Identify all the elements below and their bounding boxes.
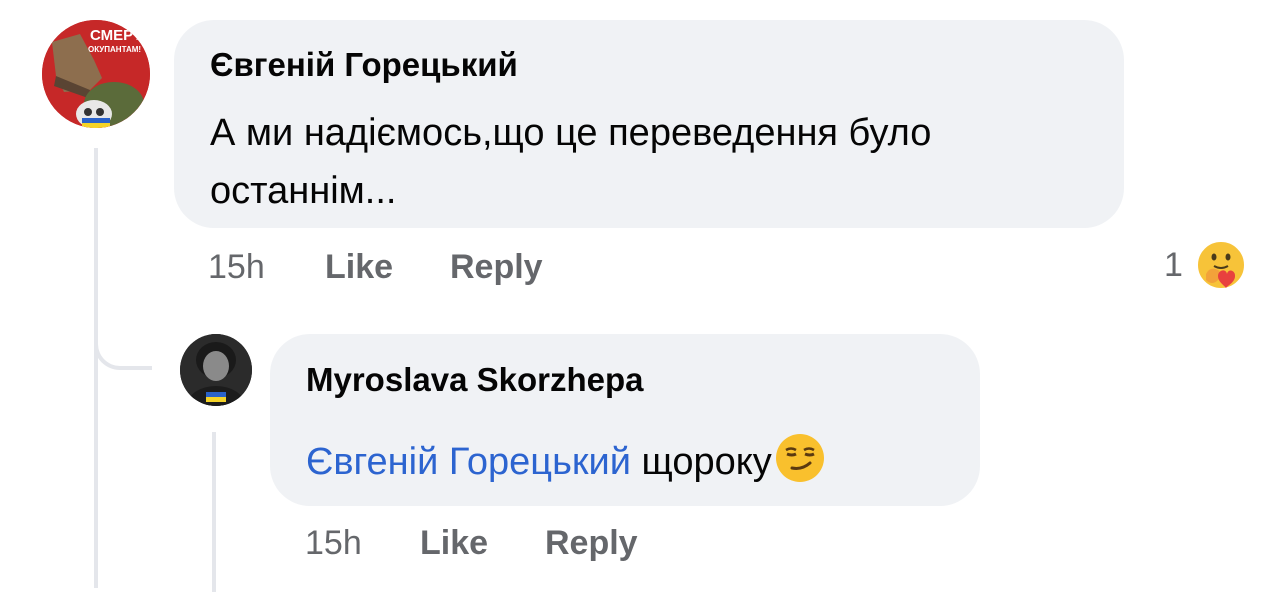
comment-author[interactable]: Євгеній Горецький bbox=[210, 46, 518, 84]
smirking-face-emoji-icon bbox=[774, 432, 826, 484]
comment-reply-button[interactable]: Reply bbox=[450, 248, 543, 287]
comment-text: А ми надіємось,що це переведення було ос… bbox=[210, 112, 932, 212]
comment-avatar[interactable]: СМЕРТЬ ОКУПАНТАМ! bbox=[42, 20, 150, 128]
soldier-boot-avatar-icon: СМЕРТЬ ОКУПАНТАМ! bbox=[42, 20, 150, 128]
reply-timestamp[interactable]: 15h bbox=[305, 524, 362, 563]
care-emoji-icon[interactable] bbox=[1196, 240, 1246, 290]
reply-label: Reply bbox=[450, 248, 543, 286]
reply-reply-button[interactable]: Reply bbox=[545, 524, 638, 563]
thread-line-reply bbox=[212, 432, 216, 592]
reaction-count[interactable]: 1 bbox=[1164, 246, 1183, 285]
mention-link[interactable]: Євгеній Горецький bbox=[306, 441, 631, 483]
reply-author[interactable]: Myroslava Skorzhepa bbox=[306, 361, 643, 399]
avatar-caption-top: СМЕРТЬ bbox=[90, 27, 150, 44]
comment-like-button[interactable]: Like bbox=[325, 248, 393, 287]
comment-timestamp[interactable]: 15h bbox=[208, 248, 265, 287]
reply-text: Євгеній Горецький щороку bbox=[306, 432, 826, 486]
like-label: Like bbox=[325, 248, 394, 286]
reply-label: Reply bbox=[545, 524, 638, 562]
reply-avatar[interactable] bbox=[180, 334, 252, 406]
thread-line bbox=[94, 148, 98, 588]
profile-photo-avatar-icon bbox=[180, 334, 252, 406]
reply-like-button[interactable]: Like bbox=[420, 524, 488, 563]
like-label: Like bbox=[420, 524, 489, 562]
avatar-caption-bottom: ОКУПАНТАМ! bbox=[88, 45, 141, 54]
reply-body: щороку bbox=[630, 441, 772, 483]
thread-reply-connector bbox=[94, 300, 152, 370]
